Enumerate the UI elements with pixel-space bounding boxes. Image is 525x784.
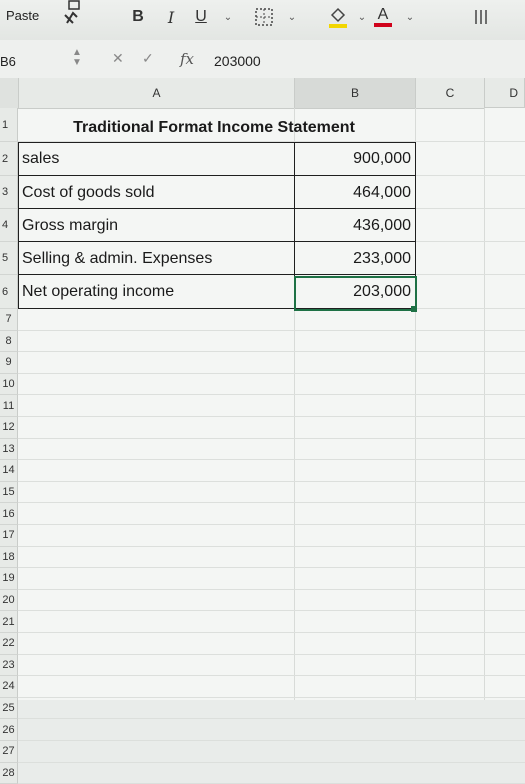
font-color-icon[interactable]: A [372, 5, 394, 29]
row-header-19[interactable]: 19 [0, 568, 18, 590]
row-gridline [18, 610, 525, 612]
row-gridline [18, 653, 525, 655]
select-all-corner[interactable] [0, 78, 19, 109]
row-header-20[interactable]: 20 [0, 589, 18, 612]
row-header-25[interactable]: 25 [0, 697, 18, 720]
name-box[interactable]: B6 [0, 54, 16, 69]
row-gridline [18, 740, 525, 741]
row-header-8[interactable]: 8 [0, 330, 18, 353]
line-item-label[interactable]: sales [22, 142, 292, 176]
row-header-23[interactable]: 23 [0, 654, 18, 677]
line-item-label[interactable]: Cost of goods sold [22, 176, 292, 209]
row-header-12[interactable]: 12 [0, 417, 18, 439]
row-gridline [18, 351, 525, 353]
row-gridline [18, 480, 525, 482]
row-header-7[interactable]: 7 [0, 309, 18, 331]
line-item-label[interactable]: Gross margin [22, 209, 292, 242]
line-item-value[interactable]: 464,000 [295, 176, 415, 209]
font-color-label: A [377, 6, 389, 23]
spreadsheet-grid[interactable]: A B C D 1 2 3 4 5 6 7 8 9 10 11 12 13 14 15 16 17 18 19 20 2… [0, 78, 525, 784]
row-header-27[interactable]: 27 [0, 741, 18, 763]
row-header-18[interactable]: 18 [0, 546, 18, 569]
line-item-value[interactable]: 900,000 [295, 142, 415, 176]
row-gridline [18, 567, 525, 569]
row-header-24[interactable]: 24 [0, 676, 18, 698]
row-gridline [18, 416, 525, 417]
row-header-3[interactable]: 3 [0, 176, 18, 209]
row-gridline [18, 372, 525, 374]
row-header-26[interactable]: 26 [0, 719, 18, 741]
row-header-22[interactable]: 22 [0, 633, 18, 655]
line-item-value[interactable]: 233,000 [295, 242, 415, 275]
formula-bar: B6 ▲ ▼ ✕ ✓ fx 203000 [0, 40, 525, 79]
row-gridline [18, 675, 525, 677]
sheet-title[interactable]: Traditional Format Income Statement [19, 114, 409, 142]
italic-button[interactable]: I [162, 5, 180, 29]
row-header-2[interactable]: 2 [0, 142, 18, 176]
underline-dropdown-icon[interactable]: ⌄ [222, 5, 234, 29]
row-gridline [18, 502, 525, 504]
row-gridline [18, 329, 525, 331]
row-header-28[interactable]: 28 [0, 762, 18, 784]
row-gridline [18, 545, 525, 547]
row-header-4[interactable]: 4 [0, 209, 18, 242]
row-header-11[interactable]: 11 [0, 395, 18, 417]
row-header-5[interactable]: 5 [0, 242, 18, 275]
confirm-icon[interactable]: ✓ [142, 50, 154, 67]
insert-function-button[interactable]: fx [180, 50, 194, 68]
line-item-label[interactable]: Selling & admin. Expenses [22, 242, 292, 275]
borders-icon[interactable] [252, 5, 276, 29]
row-gridline [18, 632, 525, 633]
column-header-b[interactable]: B [295, 78, 416, 109]
ribbon-toolbar: Paste B I U ⌄ ⌄ ⌄ A ⌄ [0, 0, 525, 41]
row-header-14[interactable]: 14 [0, 460, 18, 482]
row-gridline [18, 437, 525, 439]
row-header-21[interactable]: 21 [0, 611, 18, 633]
row-gridline [18, 761, 525, 763]
paste-button[interactable]: Paste [6, 8, 39, 23]
row-header-6[interactable]: 6 [0, 275, 18, 309]
row-header-15[interactable]: 15 [0, 481, 18, 504]
row-header-1[interactable]: 1 [0, 108, 18, 142]
column-header-c[interactable]: C [416, 78, 485, 109]
line-item-value[interactable]: 436,000 [295, 209, 415, 242]
name-box-stepper-icon[interactable]: ▲ ▼ [72, 48, 82, 68]
format-painter-icon[interactable] [58, 0, 86, 26]
formula-input[interactable]: 203000 [214, 53, 261, 69]
selected-cell-b6[interactable] [294, 276, 417, 311]
row-header-16[interactable]: 16 [0, 503, 18, 525]
row-header-9[interactable]: 9 [0, 352, 18, 374]
row-gridline [18, 524, 525, 525]
font-color-dropdown-icon[interactable]: ⌄ [404, 5, 416, 29]
row-header-17[interactable]: 17 [0, 525, 18, 547]
align-icon[interactable] [470, 5, 494, 29]
column-header-d[interactable]: D [485, 78, 525, 108]
bold-button[interactable]: B [128, 5, 148, 29]
borders-dropdown-icon[interactable]: ⌄ [286, 5, 298, 29]
row-gridline [18, 696, 525, 698]
row-gridline [18, 394, 525, 396]
row-gridline [18, 459, 525, 461]
row-gridline [18, 588, 525, 590]
underline-button[interactable]: U [192, 5, 210, 29]
fill-handle[interactable] [411, 306, 417, 312]
cancel-icon[interactable]: ✕ [112, 50, 124, 67]
fill-color-dropdown-icon[interactable]: ⌄ [356, 5, 368, 29]
line-item-label[interactable]: Net operating income [22, 275, 292, 309]
row-gridline [18, 718, 525, 720]
column-header-a[interactable]: A [19, 78, 295, 109]
row-header-13[interactable]: 13 [0, 438, 18, 461]
row-header-10[interactable]: 10 [0, 373, 18, 396]
fill-color-icon[interactable] [326, 5, 350, 29]
